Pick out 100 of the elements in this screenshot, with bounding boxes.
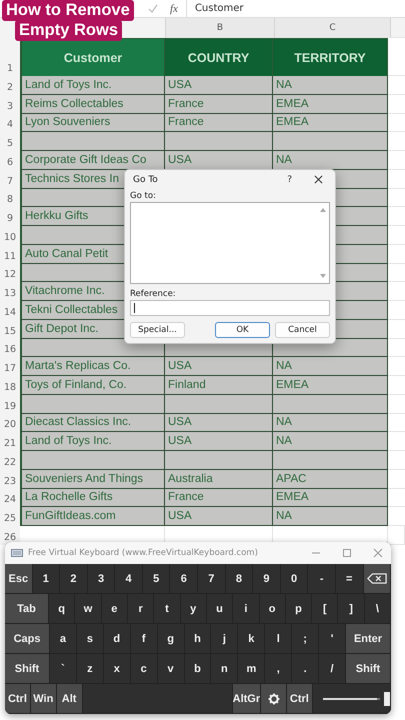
dialog-button[interactable]: Special... [130, 322, 185, 338]
keyboard-key[interactable]: p [286, 594, 312, 624]
table-cell: Toys of Finland, Co. [20, 376, 165, 395]
row-number: 8 [0, 188, 20, 208]
keyboard-key[interactable]: f [130, 624, 158, 654]
dialog-button[interactable]: Cancel [275, 322, 330, 338]
keyboard-key[interactable]: 7 [198, 564, 226, 594]
keyboard-key[interactable]: w [75, 594, 102, 624]
keyboard-key[interactable]: b [184, 654, 212, 684]
keyboard-key[interactable]: r [128, 594, 154, 624]
keyboard-key[interactable]: 1 [32, 564, 60, 594]
table-cell: Australia [165, 470, 273, 488]
keyboard-key[interactable]: ' [319, 624, 346, 654]
column-header[interactable]: B [165, 18, 274, 38]
table-cell: NA [273, 357, 388, 376]
backspace-key[interactable] [364, 564, 391, 594]
keyboard-key[interactable]: Win [30, 684, 57, 714]
keyboard-key[interactable]: ; [292, 624, 320, 654]
keyboard-key[interactable]: q [49, 594, 76, 624]
settings-icon [268, 692, 280, 704]
keyboard-key[interactable]: o [260, 594, 286, 624]
check-icon[interactable] [148, 4, 158, 14]
function-label[interactable]: fx [170, 2, 178, 14]
scroll-down-icon[interactable] [320, 274, 326, 278]
table-cell: USA [165, 507, 273, 526]
table-cell: USA [165, 357, 273, 376]
keyboard-key[interactable]: z [76, 654, 104, 684]
text-cursor [134, 303, 135, 313]
reference-field[interactable] [130, 300, 330, 316]
keyboard-key[interactable]: 0 [280, 564, 308, 594]
keyboard-key[interactable]: Ctrl [286, 684, 313, 714]
keyboard-key[interactable]: \ [364, 594, 391, 624]
keyboard-key[interactable]: s [76, 624, 104, 654]
row-number: 3 [0, 94, 20, 114]
dialog-title: Go To [133, 174, 159, 184]
keyboard-key[interactable]: 5 [142, 564, 170, 594]
maximize-icon[interactable] [342, 548, 352, 558]
backspace-icon [366, 573, 387, 584]
table-cell: France [165, 488, 273, 508]
keyboard-key[interactable]: Enter [346, 624, 391, 654]
keyboard-key[interactable]: g [158, 624, 185, 654]
keyboard-key[interactable]: = [336, 564, 364, 594]
window-title: Free Virtual Keyboard (www.FreeVirtualKeyboard.com) [28, 548, 259, 558]
keyboard-key[interactable]: x [104, 654, 131, 684]
keyboard-key[interactable]: 2 [60, 564, 88, 594]
column-header[interactable]: C [274, 18, 390, 38]
keyboard-key[interactable]: 3 [88, 564, 116, 594]
row-number: 21 [0, 432, 20, 451]
table-cell: Land of Toys Inc. [20, 432, 165, 451]
keyboard-key[interactable]: c [130, 654, 158, 684]
table-cell: Corporate Gift Ideas Co [20, 151, 165, 170]
table-cell: La Rochelle Gifts [20, 488, 165, 508]
keyboard-key[interactable]: d [104, 624, 131, 654]
keyboard-key[interactable]: i [233, 594, 260, 624]
keyboard-key[interactable]: Shift [5, 654, 50, 684]
keyboard-key[interactable]: h [184, 624, 212, 654]
opacity-slider[interactable] [312, 684, 391, 714]
keyboard-key[interactable]: ] [338, 594, 365, 624]
keyboard-key[interactable]: Ctrl [5, 684, 31, 714]
keyboard-key[interactable]: y [180, 594, 207, 624]
keyboard-key[interactable]: 8 [226, 564, 254, 594]
keyboard-key[interactable]: Shift [346, 654, 391, 684]
keyboard-key[interactable]: Esc [5, 564, 33, 594]
keyboard-key[interactable]: , [265, 654, 292, 684]
close-icon[interactable] [314, 175, 323, 184]
keyboard-key[interactable]: l [265, 624, 292, 654]
keyboard-key[interactable]: Tab [5, 594, 50, 624]
keyboard-key[interactable]: 6 [170, 564, 198, 594]
help-button[interactable]: ? [287, 174, 292, 184]
keyboard-key[interactable]: AltGr [232, 684, 262, 714]
keyboard-key[interactable]: 4 [115, 564, 143, 594]
keyboard-key[interactable]: v [158, 654, 185, 684]
table-cell: France [165, 114, 273, 132]
keyboard-key[interactable]: Alt [56, 684, 83, 714]
keyboard-key[interactable]: . [292, 654, 320, 684]
settings-key[interactable] [261, 684, 287, 714]
row-number: 11 [0, 244, 20, 264]
keyboard-key[interactable]: 9 [253, 564, 281, 594]
keyboard-key[interactable]: a [50, 624, 77, 654]
keyboard-key[interactable]: t [154, 594, 181, 624]
keyboard-key[interactable]: / [319, 654, 346, 684]
keyboard-key[interactable]: ` [50, 654, 77, 684]
dialog-button[interactable]: OK [215, 322, 270, 338]
go-to-list[interactable] [130, 202, 330, 284]
column-header[interactable] [390, 18, 405, 38]
keyboard-key[interactable]: j [211, 624, 238, 654]
keyboard-key[interactable]: k [238, 624, 266, 654]
row-number: 4 [0, 114, 20, 132]
row-number: 15 [0, 320, 20, 338]
formula-field[interactable]: Customer [186, 0, 405, 17]
keyboard-key[interactable]: [ [312, 594, 338, 624]
keyboard-key[interactable]: e [102, 594, 128, 624]
row-number: 7 [0, 170, 20, 188]
table-cell: USA [165, 414, 273, 432]
row-number: 16 [0, 338, 20, 358]
keyboard-key[interactable]: m [238, 654, 266, 684]
keyboard-key[interactable]: Caps [5, 624, 50, 654]
keyboard-key[interactable]: u [206, 594, 234, 624]
keyboard-key[interactable]: - [308, 564, 336, 594]
keyboard-key[interactable]: n [211, 654, 238, 684]
